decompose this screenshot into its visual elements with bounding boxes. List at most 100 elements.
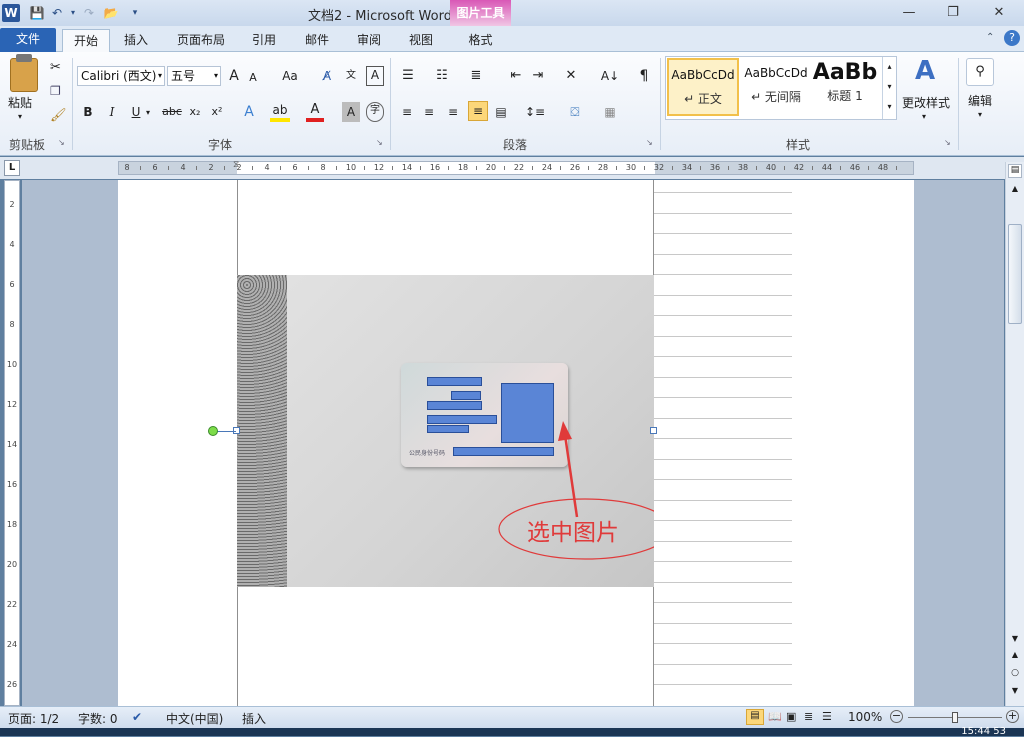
zoom-in-icon[interactable]: + (1006, 710, 1019, 723)
full-screen-reading-icon[interactable]: 📖 (768, 710, 782, 723)
vertical-ruler[interactable]: 246810121416182022242628 (4, 180, 20, 729)
style-heading-1[interactable]: AaBb 标题 1 (812, 58, 878, 116)
collapse-ribbon-icon[interactable]: ⌃ (986, 32, 994, 43)
language-indicator[interactable]: 中文(中国) (166, 710, 223, 727)
word-count[interactable]: 字数: 0 (78, 710, 118, 727)
underline-button[interactable]: U (128, 102, 144, 122)
change-styles-icon[interactable]: A (910, 56, 940, 88)
paste-dropdown-icon[interactable]: ▾ (18, 112, 22, 121)
paragraph-launcher-icon[interactable]: ↘ (646, 138, 653, 147)
zoom-level[interactable]: 100% (848, 710, 882, 724)
font-color-icon[interactable]: A (306, 102, 324, 122)
show-marks-icon[interactable]: ¶ (636, 66, 652, 86)
bold-button[interactable]: B (80, 102, 96, 122)
cut-icon[interactable]: ✂ (50, 60, 61, 75)
zoom-out-icon[interactable]: − (890, 710, 903, 723)
minimize-button[interactable]: — (897, 4, 921, 22)
help-icon[interactable]: ? (1004, 30, 1020, 46)
zoom-slider-thumb[interactable] (952, 712, 958, 723)
align-left-icon[interactable]: ≡ (398, 102, 416, 122)
superscript-button[interactable]: x² (208, 102, 226, 122)
styles-scroll[interactable]: ▴ ▾ ▾ (882, 57, 896, 119)
restore-button[interactable]: ❐ (941, 4, 965, 22)
chinese-layout-icon[interactable]: ✕ (560, 66, 582, 86)
subscript-button[interactable]: x₂ (186, 102, 204, 122)
grow-font-button[interactable]: A (226, 66, 242, 86)
editing-label[interactable]: 编辑 (968, 92, 992, 109)
vertical-scrollbar[interactable]: ▤ ▲ ▼ ▲ ○ ▼ (1005, 162, 1024, 706)
tab-page-layout[interactable]: 页面布局 (170, 29, 232, 52)
editing-dropdown-icon[interactable]: ▾ (978, 110, 982, 119)
tab-selector-icon[interactable]: L (4, 160, 20, 176)
tab-view[interactable]: 视图 (403, 29, 439, 52)
outline-icon[interactable]: ≣ (804, 710, 813, 723)
indent-marker-icon[interactable]: ⧖ (233, 160, 239, 170)
character-border-icon[interactable]: A (366, 66, 384, 86)
bullets-icon[interactable]: ☰ (398, 66, 418, 86)
multilevel-list-icon[interactable]: ≣ (466, 66, 486, 86)
insert-mode[interactable]: 插入 (242, 710, 266, 727)
close-button[interactable]: ✕ (987, 4, 1011, 22)
paste-button-label[interactable]: 粘贴 (8, 94, 32, 111)
document-area[interactable]: 公民身份号码 选中图片 (22, 180, 1004, 706)
enclose-characters-icon[interactable]: 字 (366, 102, 384, 122)
tab-file[interactable]: 文件 (0, 28, 56, 52)
sort-icon[interactable]: A↓ (600, 66, 620, 86)
tab-format[interactable]: 格式 (458, 29, 503, 52)
copy-icon[interactable]: ❐ (50, 84, 61, 98)
find-binoculars-icon[interactable]: ⚲ (966, 58, 994, 86)
font-name-select[interactable]: Calibri (西文) ▾ (77, 66, 165, 86)
web-layout-icon[interactable]: ▣ (786, 710, 796, 723)
next-page-icon[interactable]: ▼ (1008, 684, 1022, 698)
horizontal-ruler[interactable]: 8 6 4 2 2 4 6 8 10 12 14 16 18 20 22 24 26 28 30 32 34 36 38 40… (118, 160, 914, 175)
format-painter-icon[interactable]: 🖌 (50, 108, 67, 123)
selected-picture[interactable]: 公民身份号码 选中图片 (237, 275, 654, 587)
previous-page-icon[interactable]: ▲ (1008, 648, 1022, 662)
clipboard-launcher-icon[interactable]: ↘ (58, 138, 65, 147)
font-size-select[interactable]: 五号 ▾ (167, 66, 221, 86)
style-no-spacing[interactable]: AaBbCcDd ↵ 无间隔 (740, 58, 812, 116)
browse-object-icon[interactable]: ○ (1008, 666, 1022, 680)
resize-handle[interactable] (650, 427, 657, 434)
underline-dropdown-icon[interactable]: ▾ (146, 108, 150, 117)
style-normal[interactable]: AaBbCcDd ↵ 正文 (667, 58, 739, 116)
tab-home[interactable]: 开始 (62, 29, 110, 53)
rotate-handle[interactable] (208, 426, 218, 436)
justify-icon[interactable]: ≡ (468, 101, 488, 121)
ruler-toggle-icon[interactable]: ▤ (1008, 164, 1022, 178)
character-shading-icon[interactable]: A (342, 102, 360, 122)
borders-icon[interactable]: ▦ (600, 102, 620, 122)
highlight-icon[interactable]: ab (270, 102, 290, 122)
line-spacing-icon[interactable]: ↕≡ (524, 102, 546, 122)
increase-indent-icon[interactable]: ⇥ (528, 66, 548, 86)
page-indicator[interactable]: 页面: 1/2 (8, 710, 59, 727)
tab-references[interactable]: 引用 (246, 29, 282, 52)
italic-button[interactable]: I (104, 102, 120, 122)
text-effects-icon[interactable]: A (240, 102, 258, 122)
draft-icon[interactable]: ☰ (822, 710, 832, 723)
shading-icon[interactable]: ⛋ (564, 102, 586, 122)
numbering-icon[interactable]: ☷ (432, 66, 452, 86)
scroll-up-icon[interactable]: ▲ (1008, 182, 1022, 196)
clear-format-icon[interactable]: A̸ (318, 66, 336, 86)
proofing-icon[interactable]: ✔ (132, 710, 142, 724)
strikethrough-button[interactable]: abc (160, 102, 184, 122)
change-styles-dropdown-icon[interactable]: ▾ (922, 112, 926, 121)
distributed-icon[interactable]: ▤ (492, 102, 510, 122)
paste-icon[interactable] (10, 58, 38, 92)
align-center-icon[interactable]: ≡ (420, 102, 438, 122)
align-right-icon[interactable]: ≡ (444, 102, 462, 122)
tab-insert[interactable]: 插入 (118, 29, 154, 52)
scroll-down-icon[interactable]: ▼ (1008, 632, 1022, 646)
tab-review[interactable]: 审阅 (351, 29, 387, 52)
phonetic-guide-icon[interactable]: 文 (342, 66, 360, 86)
tab-mailings[interactable]: 邮件 (299, 29, 335, 52)
print-layout-icon[interactable]: ▤ (746, 709, 764, 725)
styles-launcher-icon[interactable]: ↘ (944, 138, 951, 147)
font-launcher-icon[interactable]: ↘ (376, 138, 383, 147)
decrease-indent-icon[interactable]: ⇤ (506, 66, 526, 86)
shrink-font-button[interactable]: A (246, 68, 260, 88)
scroll-thumb[interactable] (1008, 224, 1022, 324)
change-case-button[interactable]: Aa (278, 66, 302, 86)
document-page[interactable]: 公民身份号码 选中图片 (118, 180, 914, 706)
